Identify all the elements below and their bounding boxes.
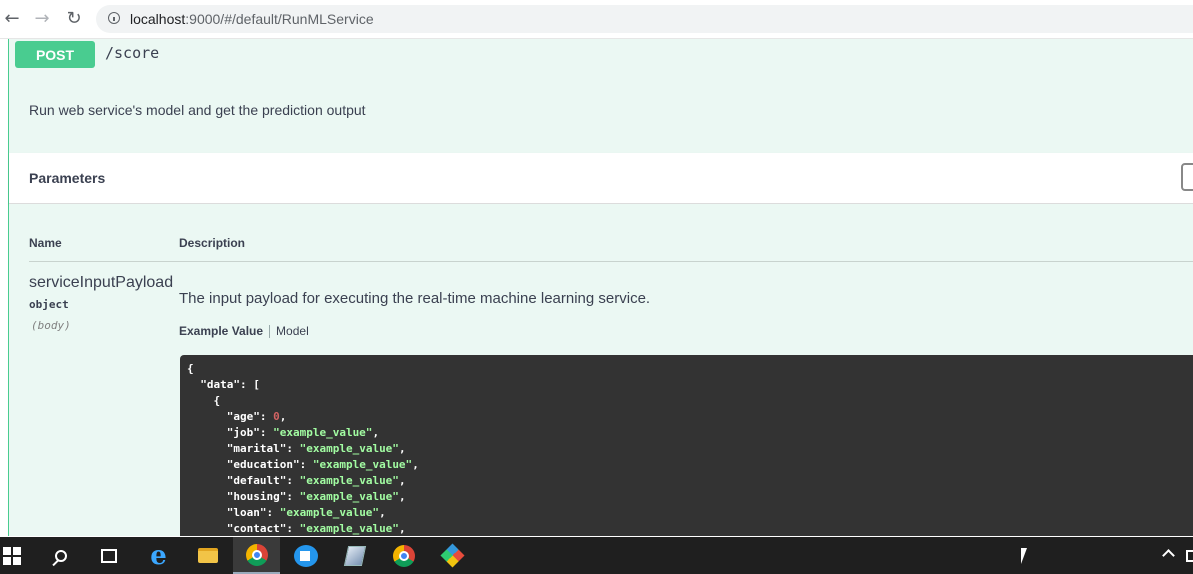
tab-model[interactable]: Model — [276, 324, 309, 338]
url-path: :9000/#/default/RunMLService — [185, 11, 374, 27]
search-icon[interactable] — [37, 537, 84, 574]
url-text[interactable]: localhost:9000/#/default/RunMLService — [130, 11, 374, 27]
code-line: "age": 0, — [187, 410, 287, 423]
address-bar[interactable]: localhost:9000/#/default/RunMLService — [96, 5, 1193, 33]
show-hidden-icons-chevron[interactable] — [1162, 549, 1175, 562]
parameters-header: Parameters — [9, 153, 1193, 204]
file-explorer-icon[interactable] — [184, 537, 231, 574]
code-line: "data": [ — [187, 378, 260, 391]
info-icon[interactable] — [108, 12, 120, 24]
tab-example-value[interactable]: Example Value — [179, 324, 263, 338]
code-line: "marital": "example_value", — [187, 442, 406, 455]
code-line: "housing": "example_value", — [187, 490, 406, 503]
try-it-out-button[interactable] — [1181, 163, 1193, 191]
operation-path[interactable]: /score — [105, 44, 159, 62]
notepad-icon[interactable] — [331, 537, 378, 574]
docker-icon[interactable] — [282, 537, 329, 574]
chrome-icon[interactable] — [233, 537, 280, 574]
swagger-page: POST /score Run web service's model and … — [0, 39, 1193, 536]
task-view-icon[interactable] — [85, 537, 132, 574]
code-line: "contact": "example_value", — [187, 522, 406, 535]
reload-icon[interactable]: ↻ — [62, 6, 86, 30]
method-badge[interactable]: POST — [15, 41, 95, 68]
back-icon[interactable]: ← — [0, 6, 24, 30]
column-header-name: Name — [29, 236, 62, 250]
taskbar: e — [0, 537, 1193, 574]
browser-toolbar: ← → ↻ localhost:9000/#/default/RunMLServ… — [0, 0, 1193, 39]
internet-explorer-icon[interactable]: e — [135, 537, 182, 574]
parameter-in: (body) — [31, 319, 71, 332]
code-line: "default": "example_value", — [187, 474, 406, 487]
url-host: localhost — [130, 11, 186, 27]
code-line: "loan": "example_value", — [187, 506, 386, 519]
header-divider — [29, 261, 1193, 262]
code-line: { — [187, 362, 194, 375]
network-icon[interactable] — [1186, 550, 1193, 562]
code-line: "job": "example_value", — [187, 426, 380, 439]
forward-icon[interactable]: → — [30, 6, 54, 30]
windows-start-icon[interactable] — [0, 537, 35, 574]
parameter-description: The input payload for executing the real… — [179, 290, 651, 307]
parameter-name: serviceInputPayload — [29, 274, 174, 291]
mouse-cursor-icon — [1021, 548, 1033, 564]
git-icon[interactable] — [429, 537, 476, 574]
code-line: { — [187, 394, 221, 407]
example-value-code[interactable]: { "data": [ { "age": 0, "job": "example_… — [180, 355, 1193, 536]
parameter-type: object — [29, 298, 69, 311]
chrome-icon[interactable] — [380, 537, 427, 574]
tab-separator — [269, 324, 271, 338]
parameters-table: Name Description serviceInputPayload obj… — [9, 204, 1193, 536]
column-header-description: Description — [179, 236, 246, 250]
operation-block: POST /score Run web service's model and … — [8, 39, 1193, 536]
operation-description: Run web service's model and get the pred… — [29, 102, 366, 118]
example-tabs: Example Value Model — [179, 324, 309, 338]
code-line: "education": "example_value", — [187, 458, 419, 471]
parameters-title: Parameters — [29, 170, 106, 186]
